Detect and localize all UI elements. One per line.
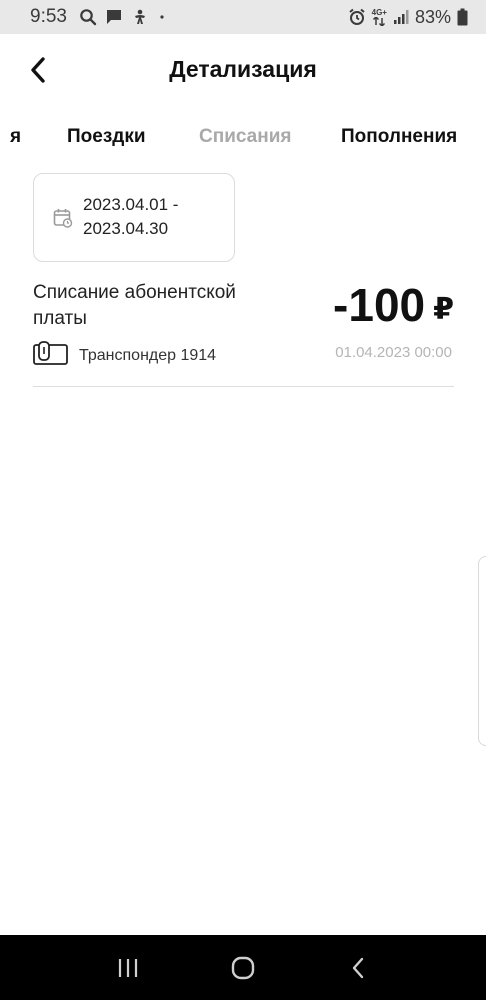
battery-icon <box>457 8 468 26</box>
system-nav-bar <box>0 935 486 1000</box>
status-left: 9:53 <box>30 6 167 28</box>
network-type: 4G+ <box>371 7 387 17</box>
transaction-amount: -100 ₽ <box>333 278 454 332</box>
amount-value: -100 <box>333 279 426 331</box>
tab-top-ups[interactable]: Пополнения <box>341 126 457 148</box>
back-nav-button[interactable] <box>338 948 378 988</box>
battery-percent: 83% <box>414 6 451 27</box>
transaction-item[interactable]: Списание абонентской платы -100 ₽ Транспо… <box>33 278 454 388</box>
date-range-end: 2023.04.30 <box>83 219 169 238</box>
header: Детализация <box>0 34 486 108</box>
status-bar: 9:53 4G+ 83% <box>0 0 486 34</box>
chat-icon <box>105 8 123 26</box>
recent-apps-icon <box>118 958 137 977</box>
tab-trips[interactable]: Поездки <box>67 126 146 148</box>
page-title: Детализация <box>169 56 317 82</box>
tab-partial[interactable]: я <box>10 126 21 148</box>
transponder-label: Транспондер 1914 <box>79 346 217 364</box>
accessibility-icon <box>131 8 149 26</box>
signal-icon <box>393 9 409 25</box>
calendar-icon <box>53 208 73 233</box>
date-range-start: 2023.04.01 - <box>83 195 179 214</box>
transaction-datetime: 01.04.2023 00:00 <box>335 344 452 361</box>
edge-panel-handle[interactable] <box>478 556 486 746</box>
tab-charges[interactable]: Списания <box>199 126 292 148</box>
status-time: 9:53 <box>30 6 67 27</box>
tabs: я Поездки Списания Пополнения <box>0 126 486 156</box>
divider <box>33 386 454 387</box>
currency-symbol: ₽ <box>433 293 454 326</box>
date-range-picker[interactable]: 2023.04.01 - 2023.04.30 <box>33 173 235 262</box>
transaction-description: Списание абонентской платы <box>33 282 236 329</box>
transponder-icon <box>33 340 69 371</box>
screen: 9:53 4G+ 83% Детализация я Поездки Списа… <box>0 0 486 1000</box>
home-button[interactable] <box>223 948 263 988</box>
transaction-device: Транспондер 1914 <box>33 340 216 371</box>
network-arrows-icon: 4G+ <box>371 7 387 26</box>
back-icon <box>353 957 364 978</box>
dot-icon <box>157 8 167 26</box>
status-right: 4G+ 83% <box>348 7 468 28</box>
home-icon <box>231 956 255 979</box>
recent-apps-button[interactable] <box>108 948 148 988</box>
alarm-icon <box>348 8 366 26</box>
search-icon <box>79 8 97 26</box>
